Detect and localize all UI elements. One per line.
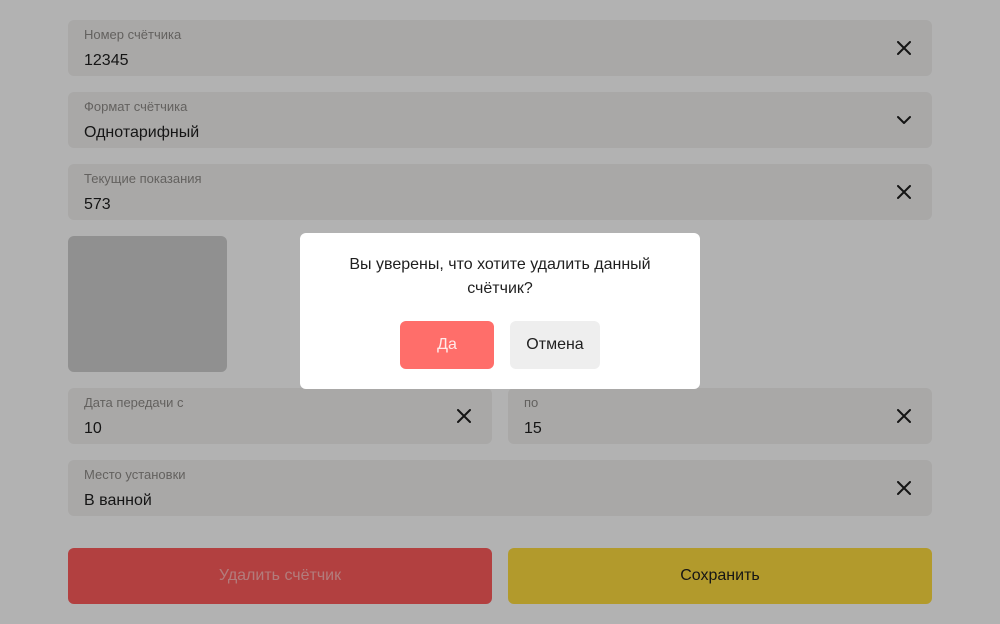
delete-confirm-dialog: Вы уверены, что хотите удалить данный сч… <box>300 233 700 389</box>
confirm-delete-button[interactable]: Да <box>400 321 494 369</box>
dialog-message: Вы уверены, что хотите удалить данный сч… <box>349 256 651 297</box>
cancel-button[interactable]: Отмена <box>510 321 600 369</box>
